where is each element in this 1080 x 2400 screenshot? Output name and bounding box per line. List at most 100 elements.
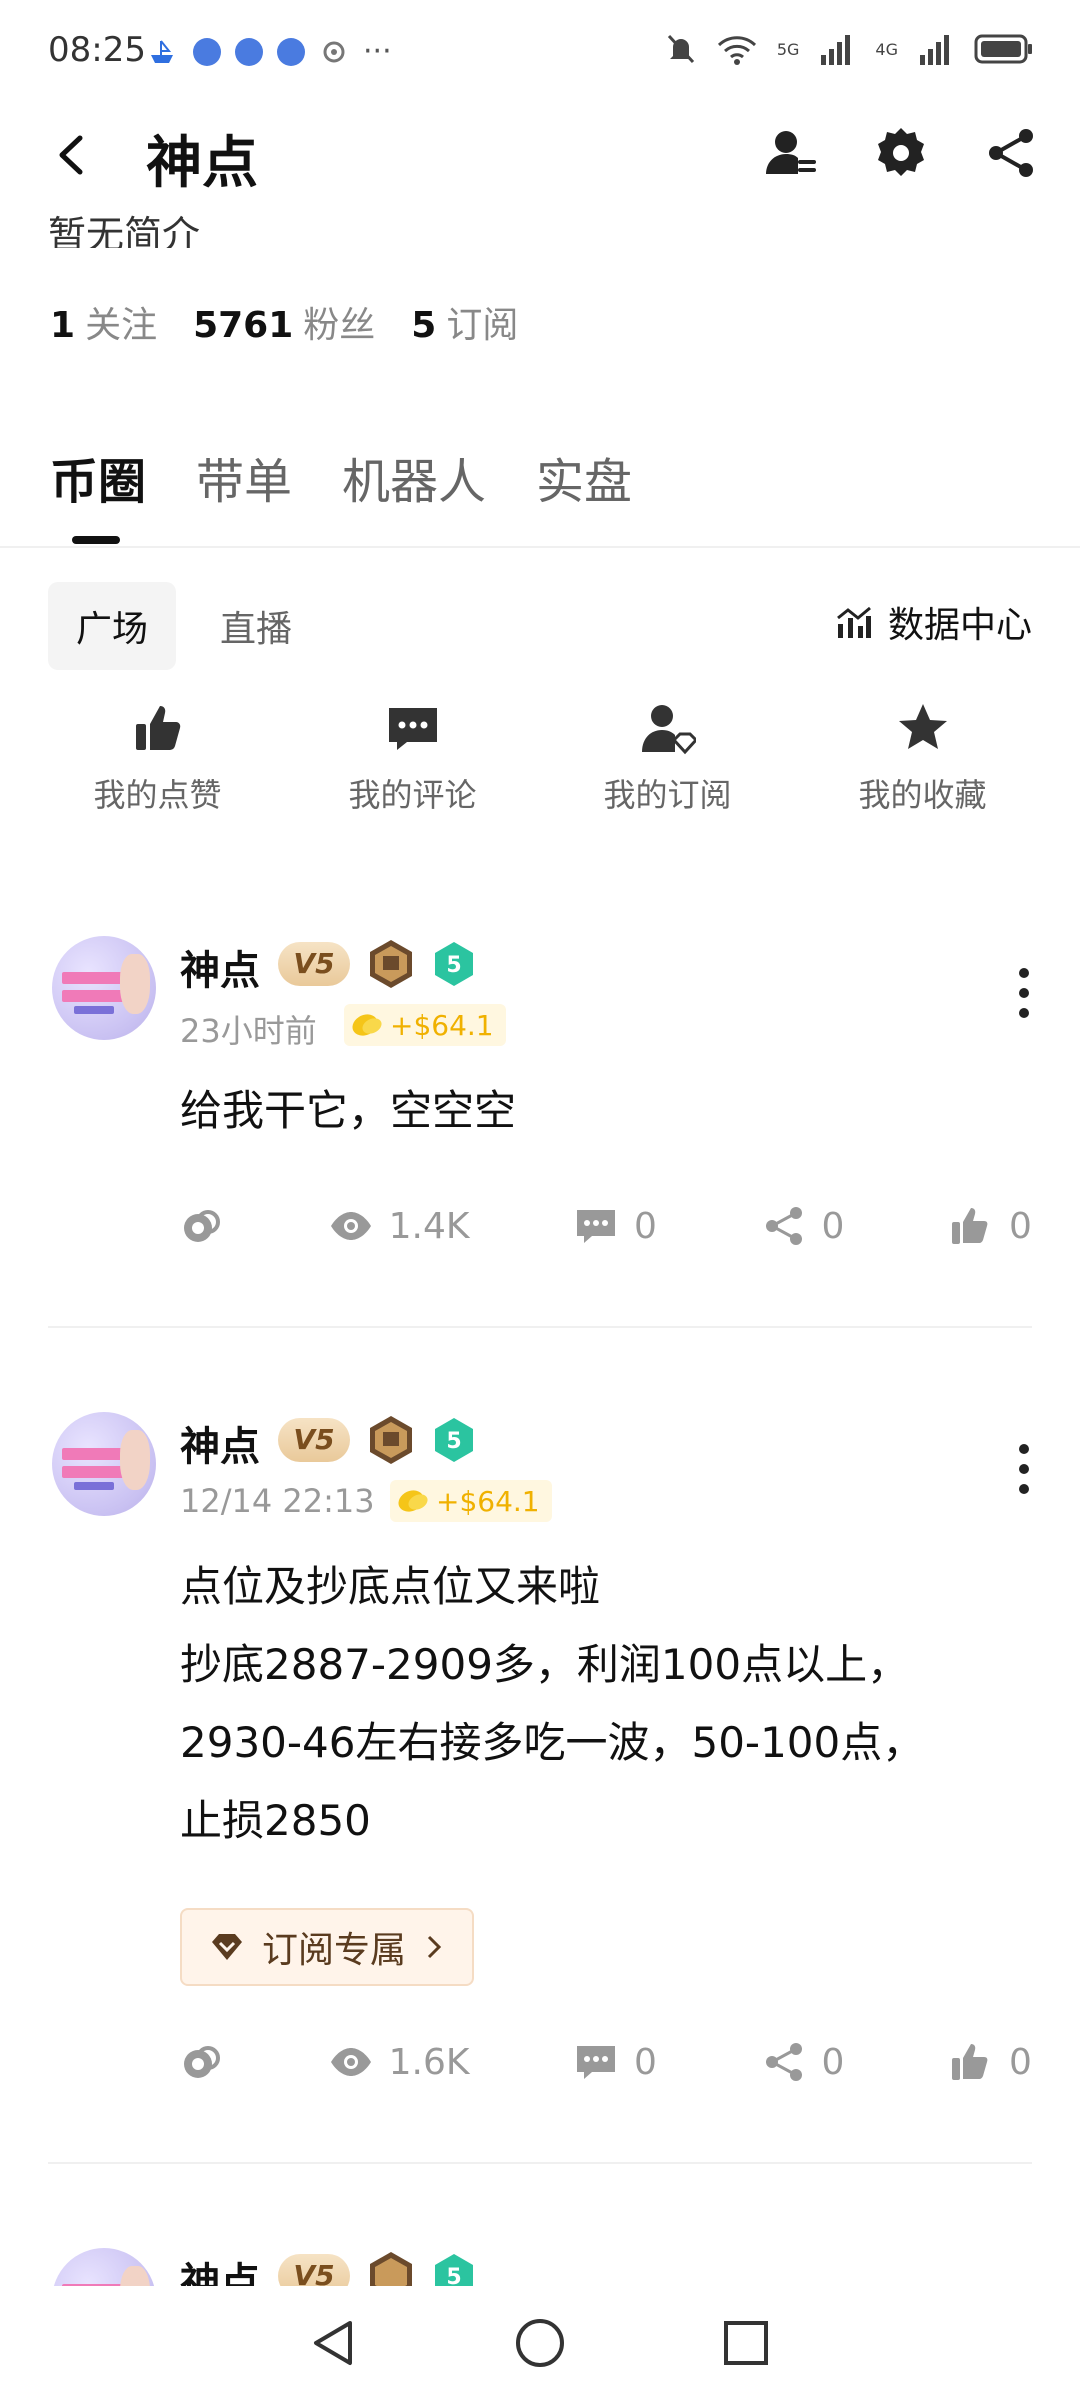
subscribe-exclusive-label: 订阅专属 (262, 1930, 407, 1971)
data-center-button[interactable]: 数据中心 (834, 596, 1032, 648)
coin-icon (398, 1490, 428, 1512)
svg-text:5: 5 (446, 953, 461, 978)
subscribe-icon (641, 705, 696, 755)
svg-text:5: 5 (446, 1429, 461, 1454)
system-icons: 5G 4G (665, 32, 1034, 66)
thumbs-up-icon (135, 706, 180, 750)
profile-stats: 1 关注 5761 粉丝 5 订阅 (50, 296, 518, 348)
more-options-icon[interactable] (1014, 1444, 1034, 1494)
status-bar: 08:25 ··· 5G 4G (0, 0, 1080, 100)
tabs-divider (0, 546, 1080, 548)
app-notification-icon (235, 37, 263, 66)
post-divider (48, 1326, 1032, 1328)
avatar[interactable] (52, 1412, 156, 1516)
active-tab-indicator (72, 536, 120, 544)
my-likes-button[interactable]: 我的点赞 (58, 700, 258, 816)
reward-badge: +$64.1 (344, 1004, 506, 1046)
level-badge: V5 (278, 2254, 350, 2286)
stat-following[interactable]: 1 关注 (50, 296, 157, 348)
thumbs-up-icon (952, 2044, 988, 2080)
star-icon (898, 704, 947, 749)
reward-amount: +$64.1 (390, 1008, 494, 1042)
boat-icon (151, 39, 173, 63)
post-author-name[interactable]: 神点 (180, 1414, 260, 1472)
settings-small-icon (323, 41, 345, 62)
nav-home-icon[interactable] (512, 2315, 568, 2371)
comment-icon (388, 708, 437, 750)
user-profile-icon[interactable] (762, 124, 820, 182)
share-button[interactable]: 0 (762, 1204, 844, 1248)
nav-recents-icon[interactable] (718, 2315, 774, 2371)
rank-badge-icon: 5 (435, 1418, 473, 1462)
stat-subscriptions[interactable]: 5 订阅 (411, 296, 518, 348)
comment-button[interactable]: 0 (574, 2040, 657, 2084)
more-options-icon[interactable] (1014, 968, 1034, 1018)
subscribe-exclusive-button[interactable]: 订阅专属 (180, 1908, 475, 1986)
share-icon (765, 1207, 802, 1245)
post-actions: 1.4K 0 0 0 (180, 1204, 1032, 1248)
tab-crypto[interactable]: 币圈 (50, 442, 146, 512)
quick-actions: 我的点赞 我的评论 我的订阅 我的收藏 (0, 700, 1080, 816)
tab-live-account[interactable]: 实盘 (536, 442, 632, 512)
reward-amount: +$64.1 (436, 1484, 540, 1518)
app-notification-icon (277, 37, 305, 66)
my-comments-button[interactable]: 我的评论 (313, 700, 513, 816)
avatar[interactable] (52, 936, 156, 1040)
share-button[interactable]: 0 (762, 2040, 844, 2084)
signal2-label: 4G (875, 39, 898, 59)
notification-icons: ··· (145, 34, 392, 69)
chevron-right-icon (427, 1935, 442, 1959)
share-icon[interactable] (982, 124, 1040, 182)
medal-badge-icon (370, 1416, 412, 1464)
thumbs-up-icon (952, 1208, 988, 1244)
profile-intro: 暂无简介 (48, 213, 201, 248)
status-time: 08:25 (48, 30, 146, 70)
repost-button[interactable] (180, 1204, 224, 1248)
post-time: 23小时前 (180, 1012, 317, 1050)
post-author-name[interactable]: 神点 (180, 938, 260, 996)
wifi-icon (717, 36, 756, 65)
repost-button[interactable] (180, 2040, 224, 2084)
more-notifications-icon: ··· (363, 34, 392, 69)
post-divider (48, 2162, 1032, 2164)
subtab-live[interactable]: 直播 (192, 582, 320, 670)
tab-robot[interactable]: 机器人 (342, 442, 486, 512)
settings-gear-icon[interactable] (872, 124, 930, 182)
signal1-label: 5G (776, 39, 800, 59)
rank-badge-icon: 5 (435, 2254, 473, 2286)
eye-icon (330, 2048, 371, 2076)
reward-badge: +$64.1 (390, 1480, 552, 1522)
level-badge: V5 (278, 942, 350, 986)
signal-icon (821, 35, 851, 65)
mute-bell-icon (667, 34, 694, 64)
repost-icon (184, 1210, 220, 1242)
post-content: 给我干它，空空空 (180, 1086, 517, 1135)
svg-text:5: 5 (446, 2265, 461, 2286)
avatar[interactable] (52, 2248, 156, 2286)
my-favorites-button[interactable]: 我的收藏 (823, 700, 1023, 816)
nav-back-icon[interactable] (306, 2315, 362, 2371)
main-tabs: 币圈 带单 机器人 实盘 (50, 442, 632, 512)
repost-icon (184, 2046, 220, 2078)
comment-icon (577, 1210, 616, 1243)
like-button[interactable]: 0 (949, 2040, 1032, 2084)
app-notification-icon (193, 37, 221, 66)
tab-copy-trading[interactable]: 带单 (196, 442, 292, 512)
post-author-name[interactable]: 神点 (180, 2250, 260, 2286)
level-badge: V5 (278, 1418, 350, 1462)
medal-badge-icon (370, 2252, 412, 2286)
like-button[interactable]: 0 (949, 1204, 1032, 1248)
app-header: 神点 (0, 100, 1080, 210)
subtab-square[interactable]: 广场 (48, 582, 177, 670)
comment-button[interactable]: 0 (574, 1204, 657, 1248)
system-nav-bar (0, 2286, 1080, 2400)
comment-icon (577, 2046, 616, 2079)
views-counter: 1.4K (329, 1204, 469, 1248)
back-arrow-icon[interactable] (48, 130, 98, 180)
share-icon (765, 2043, 802, 2081)
stat-followers[interactable]: 5761 粉丝 (193, 296, 375, 348)
sub-tabs: 广场 直播 (48, 582, 320, 670)
eye-icon (330, 1212, 371, 1240)
my-subscriptions-button[interactable]: 我的订阅 (568, 700, 768, 816)
post-time: 12/14 22:13 (180, 1482, 375, 1520)
